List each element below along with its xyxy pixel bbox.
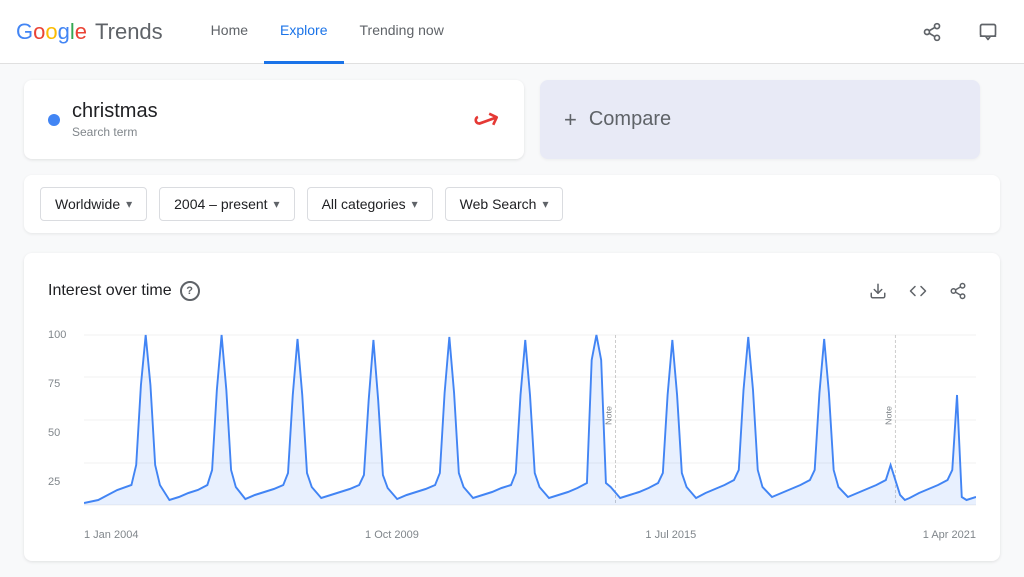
type-filter[interactable]: Web Search ▾ — [445, 187, 564, 221]
compare-label: Compare — [589, 108, 671, 131]
chart-actions — [860, 273, 976, 309]
region-filter-label: Worldwide — [55, 196, 120, 212]
main-nav: Home Explore Trending now — [195, 0, 888, 64]
header-actions — [912, 12, 1008, 52]
x-label-2021: 1 Apr 2021 — [923, 529, 976, 541]
logo-google: Google — [16, 19, 87, 45]
chart-container: 100 75 50 25 — [48, 325, 976, 541]
search-cards-row: christmas Search term ↩ + Compare — [24, 80, 1000, 159]
chart-share-button[interactable] — [940, 273, 976, 309]
interest-chart: Note Note — [84, 325, 976, 525]
logo: Google Trends — [16, 19, 163, 45]
embed-icon — [909, 282, 927, 300]
nav-home[interactable]: Home — [195, 0, 264, 64]
region-chevron-icon: ▾ — [126, 197, 132, 211]
timerange-filter-label: 2004 – present — [174, 196, 267, 212]
chart-title: Interest over time — [48, 282, 172, 300]
embed-button[interactable] — [900, 273, 936, 309]
logo-trends: Trends — [95, 19, 163, 45]
chart-share-icon — [949, 282, 967, 300]
type-chevron-icon: ▾ — [542, 197, 548, 211]
share-icon — [922, 22, 942, 42]
y-label-75: 75 — [48, 378, 84, 390]
timerange-chevron-icon: ▾ — [274, 197, 280, 211]
main-content: christmas Search term ↩ + Compare Worldw… — [0, 64, 1024, 577]
x-label-2015: 1 Jul 2015 — [645, 529, 696, 541]
filters-bar: Worldwide ▾ 2004 – present ▾ All categor… — [24, 175, 1000, 233]
chart-card: Interest over time ? — [24, 253, 1000, 561]
header: Google Trends Home Explore Trending now — [0, 0, 1024, 64]
y-label-100: 100 — [48, 329, 84, 341]
category-chevron-icon: ▾ — [412, 197, 418, 211]
svg-text:Note: Note — [604, 406, 614, 425]
y-label-25: 25 — [48, 476, 84, 488]
feedback-icon — [978, 22, 998, 42]
x-label-2009: 1 Oct 2009 — [365, 529, 419, 541]
category-filter[interactable]: All categories ▾ — [307, 187, 433, 221]
chart-header: Interest over time ? — [48, 273, 976, 309]
share-button[interactable] — [912, 12, 952, 52]
type-filter-label: Web Search — [460, 196, 537, 212]
search-term-text: christmas — [72, 100, 465, 123]
x-axis: 1 Jan 2004 1 Oct 2009 1 Jul 2015 1 Apr 2… — [48, 525, 976, 541]
x-label-2004: 1 Jan 2004 — [84, 529, 138, 541]
red-arrow-annotation: ↩ — [467, 97, 505, 142]
compare-card[interactable]: + Compare — [540, 80, 980, 159]
timerange-filter[interactable]: 2004 – present ▾ — [159, 187, 294, 221]
region-filter[interactable]: Worldwide ▾ — [40, 187, 147, 221]
search-term-card: christmas Search term ↩ — [24, 80, 524, 159]
svg-text:Note: Note — [884, 406, 894, 425]
nav-trending[interactable]: Trending now — [344, 0, 460, 64]
chart-title-area: Interest over time ? — [48, 281, 200, 301]
search-dot — [48, 114, 60, 126]
y-axis: 100 75 50 25 — [48, 325, 84, 525]
compare-plus-icon: + — [564, 107, 577, 133]
category-filter-label: All categories — [322, 196, 406, 212]
nav-explore[interactable]: Explore — [264, 0, 343, 64]
search-term-type: Search term — [72, 125, 465, 139]
download-button[interactable] — [860, 273, 896, 309]
feedback-button[interactable] — [968, 12, 1008, 52]
help-icon[interactable]: ? — [180, 281, 200, 301]
download-icon — [869, 282, 887, 300]
search-text-block: christmas Search term — [72, 100, 465, 139]
y-label-50: 50 — [48, 427, 84, 439]
